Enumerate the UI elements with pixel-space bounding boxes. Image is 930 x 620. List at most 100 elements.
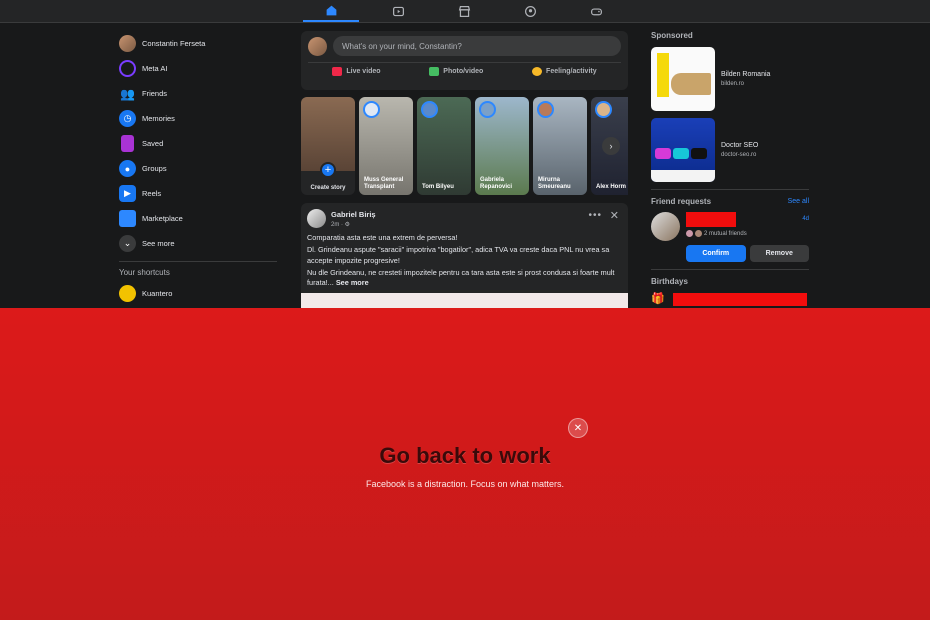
sidebar-item-marketplace[interactable]: Marketplace [116, 206, 280, 231]
sidebar-item-kuantero[interactable]: Kuantero [116, 281, 280, 306]
plus-icon: + [320, 162, 336, 178]
avatar[interactable] [651, 212, 680, 241]
shortcuts-heading: Your shortcuts [119, 268, 170, 277]
sidebar-item-groups[interactable]: ● Groups [116, 156, 280, 181]
mutual-label: 2 mutual friends [704, 230, 747, 237]
profile-avatar [119, 35, 136, 52]
sidebar-item-profile[interactable]: Constantin Ferseta [116, 31, 280, 56]
create-story-label: Create story [310, 185, 346, 191]
focus-overlay: ✕ Go back to work Facebook is a distract… [0, 308, 930, 620]
post-author[interactable]: Gabriel Biriș [331, 210, 376, 219]
sidebar-item-label: See more [142, 239, 175, 248]
groups-icon[interactable] [502, 0, 558, 22]
left-sidebar: Constantin Ferseta Meta AI 👥 Friends ◷ M… [116, 31, 280, 306]
sponsored-ad[interactable]: Doctor SEO doctor-seo.ro [651, 118, 809, 182]
ad-image [651, 47, 715, 111]
more-options-icon[interactable]: ••• [588, 210, 602, 221]
sidebar-item-label: Marketplace [142, 214, 183, 223]
sponsored-heading: Sponsored [651, 31, 693, 40]
sidebar-item-label: Constantin Ferseta [142, 39, 206, 48]
profile-photo [301, 97, 355, 171]
sidebar-item-see-more[interactable]: ⌄ See more [116, 231, 280, 256]
sidebar-item-meta-ai[interactable]: Meta AI [116, 56, 280, 81]
video-icon[interactable] [370, 0, 426, 22]
sidebar-item-label: Memories [142, 114, 175, 123]
top-navigation [0, 0, 930, 23]
confirm-button[interactable]: Confirm [686, 245, 746, 262]
story-avatar [363, 101, 380, 118]
create-story-card[interactable]: + Create story [301, 97, 355, 195]
mutual-avatar [686, 230, 693, 237]
close-icon[interactable]: ✕ [568, 418, 588, 438]
story-avatar [537, 101, 554, 118]
redacted-name [686, 212, 736, 227]
ad-image [651, 118, 715, 182]
gift-icon: 🎁 [651, 293, 665, 305]
status-input[interactable]: What's on your mind, Constantin? [333, 36, 621, 56]
story-avatar [421, 101, 438, 118]
chevron-right-icon[interactable]: › [602, 137, 620, 155]
mutual-friends: 2 mutual friends [686, 230, 809, 237]
friend-request: 4d 2 mutual friends [651, 212, 809, 241]
post-timestamp[interactable]: 2m · ⚙ [331, 221, 376, 228]
story-card[interactable]: Tom Bilyeu [417, 97, 471, 195]
friends-icon: 👥 [120, 86, 135, 101]
story-avatar [595, 101, 612, 118]
sidebar-item-saved[interactable]: Saved [116, 131, 280, 156]
divider [308, 62, 621, 63]
story-card[interactable]: Gabriela Repanovici [475, 97, 529, 195]
friend-requests-heading: Friend requests [651, 197, 712, 206]
groups-icon: ● [119, 160, 136, 177]
memories-icon: ◷ [119, 110, 136, 127]
story-avatar [479, 101, 496, 118]
sidebar-item-friends[interactable]: 👥 Friends [116, 81, 280, 106]
ad-name: Bilden Romania [721, 71, 771, 78]
post-paragraph: Nu dle Grindeanu, ne cresteti impozitele… [307, 268, 622, 289]
reels-icon: ▶ [119, 185, 136, 202]
saved-icon [121, 135, 134, 152]
photo-video-button[interactable]: Photo/video [429, 67, 483, 76]
smiley-icon [532, 67, 543, 76]
divider [651, 269, 809, 270]
birthday-item[interactable]: 🎁 [651, 292, 809, 306]
ad-url: bilden.ro [721, 81, 745, 87]
marketplace-icon[interactable] [436, 0, 492, 22]
sponsored-ad[interactable]: Bilden Romania bilden.ro [651, 47, 809, 111]
photo-video-label: Photo/video [443, 68, 484, 75]
avatar[interactable] [307, 209, 326, 228]
avatar[interactable] [308, 36, 327, 56]
story-card[interactable]: Mirurna Smeureanu [533, 97, 587, 195]
post-paragraph: Comparatia asta este una extrem de perve… [307, 233, 458, 242]
see-all-link[interactable]: See all [788, 198, 809, 205]
overlay-subtitle: Facebook is a distraction. Focus on what… [365, 479, 565, 489]
divider [119, 261, 277, 262]
see-more-link[interactable]: See more [336, 278, 369, 287]
close-icon[interactable]: ✕ [610, 209, 619, 222]
divider [651, 189, 809, 190]
sidebar-item-label: Meta AI [142, 64, 168, 73]
feeling-activity-button[interactable]: Feeling/activity [532, 67, 597, 76]
stories-tray: + Create story Muss General Transplant T… [301, 97, 628, 195]
live-video-button[interactable]: Live video [332, 67, 381, 76]
sidebar-item-label: Kuantero [142, 289, 173, 298]
sidebar-item-memories[interactable]: ◷ Memories [116, 106, 280, 131]
overlay-title: Go back to work [379, 443, 551, 468]
marketplace-icon [119, 210, 136, 227]
home-icon[interactable] [303, 0, 359, 22]
sidebar-item-label: Friends [142, 89, 168, 98]
story-card[interactable]: Muss General Transplant [359, 97, 413, 195]
feeling-activity-label: Feeling/activity [546, 68, 597, 75]
birthdays-heading: Birthdays [651, 277, 688, 286]
sidebar-item-reels[interactable]: ▶ Reels [116, 181, 280, 206]
sidebar-item-label: Groups [142, 164, 167, 173]
story-name: Mirurna Smeureanu [538, 176, 571, 190]
post-paragraph: Dl. Grindeanu aspute "saracii" impotriva… [307, 245, 610, 265]
story-name: Muss General Transplant [364, 176, 404, 190]
remove-button[interactable]: Remove [749, 245, 809, 262]
gaming-icon[interactable] [568, 0, 624, 22]
kuantero-icon [119, 285, 136, 302]
mutual-avatar [695, 230, 702, 237]
sidebar-item-label: Saved [142, 139, 164, 148]
photo-icon [429, 67, 440, 76]
ad-url: doctor-seo.ro [721, 152, 757, 158]
